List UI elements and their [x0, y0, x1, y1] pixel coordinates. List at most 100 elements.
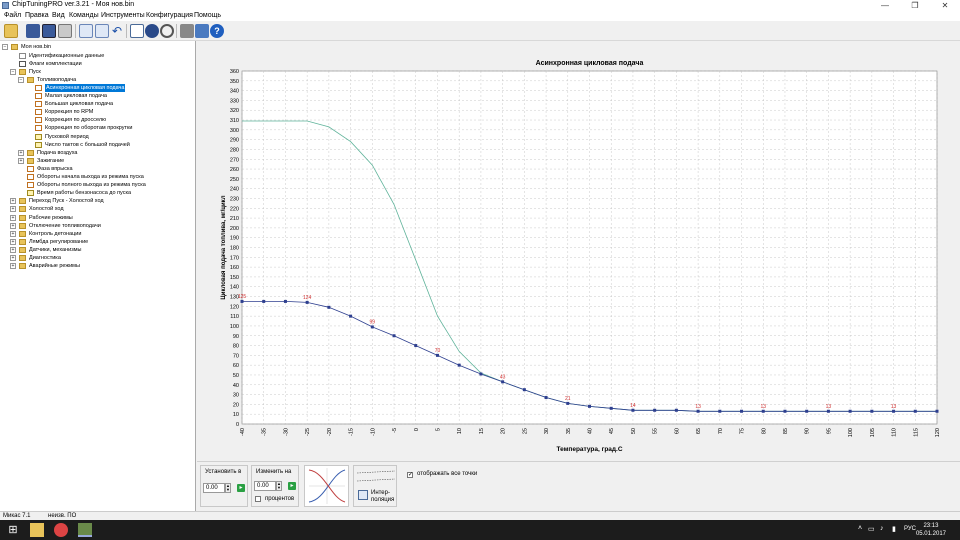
expand-icon[interactable]: +: [10, 263, 16, 270]
x-tick-label: 100: [848, 428, 854, 437]
set-value-input[interactable]: 0.00: [203, 483, 225, 493]
y-tick-label: 190: [230, 236, 239, 242]
interpolation-label[interactable]: Интер- поляция: [371, 490, 394, 504]
copy-icon[interactable]: [79, 24, 93, 38]
expand-icon[interactable]: +: [10, 230, 16, 237]
expand-icon[interactable]: +: [10, 222, 16, 229]
data-label: 43: [500, 374, 506, 380]
data-point: [718, 409, 722, 413]
tree-item-label: Коррекция по оборотам прокрутки: [45, 125, 133, 132]
collapse-icon[interactable]: −: [18, 76, 24, 83]
expand-icon[interactable]: +: [10, 255, 16, 261]
y-tick-label: 360: [230, 69, 239, 75]
data-point: [674, 408, 678, 412]
expand-icon[interactable]: +: [18, 149, 24, 156]
tray-language[interactable]: РУС: [904, 526, 916, 532]
menu-commands[interactable]: Команды: [69, 12, 99, 19]
checkbox-icon: [19, 60, 26, 67]
info-icon[interactable]: [145, 24, 159, 38]
folder-icon: [27, 149, 34, 156]
explorer-icon[interactable]: [30, 523, 44, 537]
expand-icon[interactable]: +: [10, 206, 16, 213]
value-icon: [35, 141, 42, 148]
tree-panel: − Моя нов.bin Идентификационные данные Фл…: [0, 41, 196, 511]
expand-icon[interactable]: +: [10, 198, 16, 205]
close-button[interactable]: ✕: [930, 0, 960, 11]
status-software: неизв. ПО: [48, 513, 77, 519]
expand-icon[interactable]: +: [10, 246, 16, 253]
data-point: [805, 409, 809, 413]
x-tick-label: 5: [435, 428, 441, 431]
change-value-apply-button[interactable]: ▸: [288, 482, 296, 490]
set-value-spinner[interactable]: ▲ ▼: [225, 483, 231, 493]
y-tick-label: 110: [230, 314, 239, 320]
start-icon[interactable]: ⊞: [6, 523, 20, 537]
chrome-icon[interactable]: [54, 523, 68, 537]
percent-checkbox[interactable]: [255, 496, 261, 502]
chart-panel: 0 10 20 30 40 50 60 70 80 90 100 110 120 130 140 150 160…: [197, 41, 960, 461]
open-folder-icon[interactable]: [4, 24, 18, 38]
interpolation-icon[interactable]: [358, 490, 368, 500]
y-tick-label: 0: [236, 422, 239, 428]
menu-edit[interactable]: Правка: [25, 12, 49, 19]
tray-volume-icon[interactable]: ♪: [880, 525, 884, 532]
expand-icon[interactable]: +: [10, 238, 16, 245]
chiptuningpro-task-icon[interactable]: [78, 523, 92, 537]
y-tick-label: 160: [230, 265, 239, 271]
export-icon[interactable]: [130, 24, 144, 38]
expand-icon[interactable]: +: [10, 214, 16, 221]
value-icon: [35, 133, 42, 140]
change-value-spinner[interactable]: ▲ ▼: [276, 481, 282, 491]
x-tick-label: -40: [240, 428, 246, 436]
y-tick-label: 290: [230, 138, 239, 144]
tray-arrow-icon[interactable]: ˄: [858, 525, 862, 532]
x-tick-label: -35: [262, 428, 268, 436]
x-tick-label: 50: [631, 428, 637, 434]
data-point: [414, 344, 418, 348]
interpolation-group: Интер- поляция: [353, 465, 397, 507]
show-all-points-checkbox[interactable]: ✓: [407, 472, 413, 478]
save-as-icon[interactable]: [42, 24, 56, 38]
device-icon[interactable]: [195, 24, 209, 38]
folder-icon: [27, 157, 34, 164]
change-value-input[interactable]: 0.00: [254, 481, 276, 491]
data-point: [935, 409, 939, 413]
expand-icon[interactable]: +: [18, 157, 24, 164]
paste-icon[interactable]: [95, 24, 109, 38]
toolbar-separator: [176, 24, 177, 38]
x-tick-label: 105: [870, 428, 876, 437]
tree-item-label: Коррекция по дросселю: [45, 117, 107, 124]
folder-icon: [19, 230, 26, 237]
y-tick-label: 100: [230, 324, 239, 330]
data-point: [588, 404, 591, 408]
data-point: [305, 300, 309, 304]
set-value-apply-button[interactable]: ▸: [237, 484, 245, 492]
save-icon[interactable]: [26, 24, 40, 38]
data-point: [327, 305, 331, 309]
find-icon[interactable]: [160, 24, 174, 38]
tray-power-icon[interactable]: ▮: [892, 525, 896, 533]
change-value-label: Изменить на: [256, 469, 292, 475]
print-icon[interactable]: [58, 24, 72, 38]
tray-network-icon[interactable]: ▭: [868, 525, 875, 533]
tray-clock[interactable]: 23:13 05.01.2017: [916, 522, 946, 538]
document-icon: [19, 52, 26, 59]
minimize-button[interactable]: —: [870, 0, 900, 11]
menu-view[interactable]: Вид: [52, 12, 65, 19]
y-tick-label: 250: [230, 177, 239, 183]
data-point: [631, 408, 635, 412]
menu-help[interactable]: Помощь: [194, 12, 221, 19]
help-icon[interactable]: ?: [210, 24, 224, 38]
collapse-icon[interactable]: −: [2, 44, 8, 50]
collapse-icon[interactable]: −: [10, 68, 16, 75]
maximize-button[interactable]: ❐: [900, 0, 930, 11]
y-tick-label: 90: [233, 334, 239, 340]
data-label: 21: [565, 396, 571, 402]
undo-icon[interactable]: ↶: [110, 24, 124, 38]
menu-file[interactable]: Файл: [4, 12, 21, 19]
y-tick-label: 210: [230, 216, 239, 222]
menu-tools[interactable]: Инструменты: [101, 12, 145, 19]
connect-icon[interactable]: [180, 24, 194, 38]
menu-configuration[interactable]: Конфигурация: [146, 12, 193, 19]
curve-preview-group[interactable]: [304, 465, 349, 507]
